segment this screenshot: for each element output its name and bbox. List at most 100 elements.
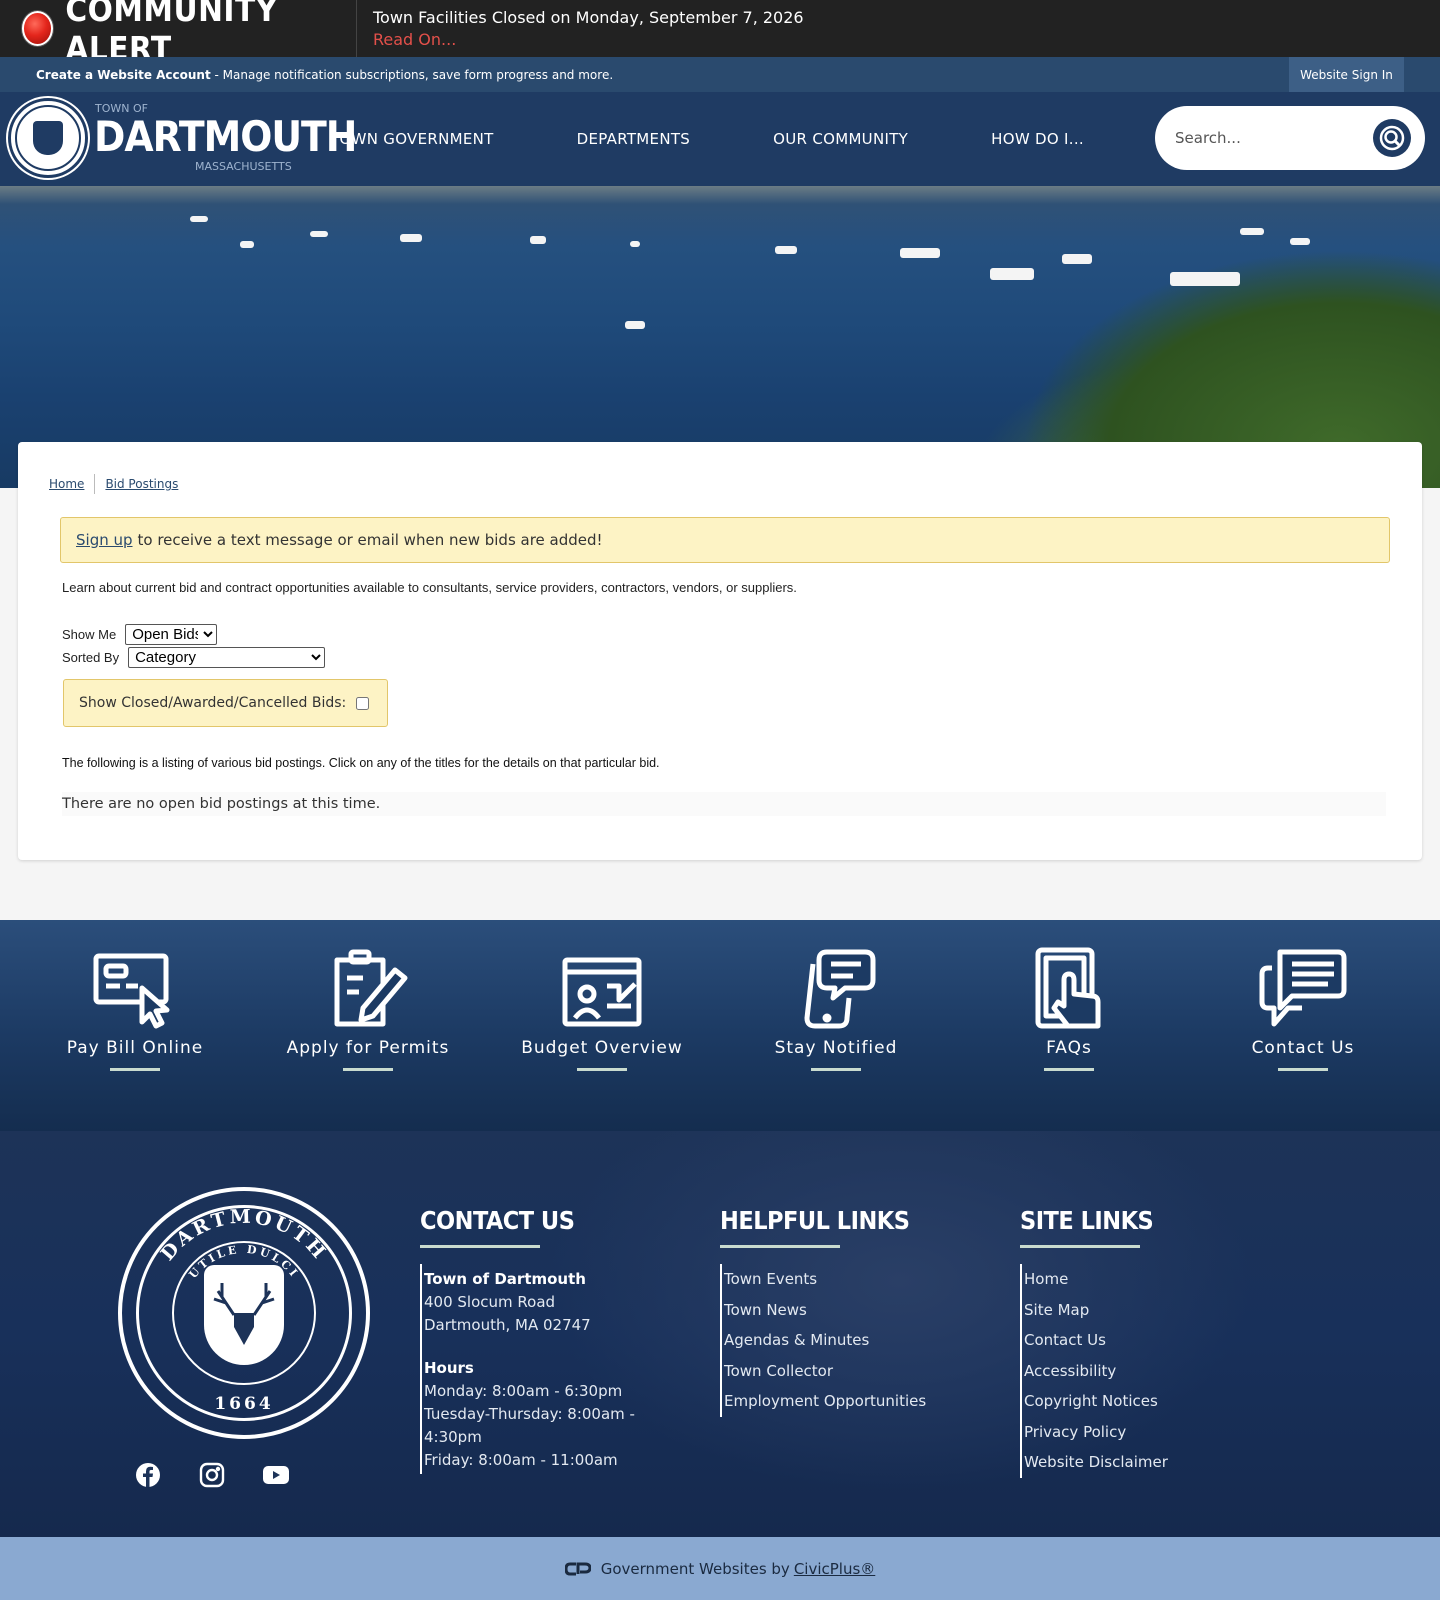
breadcrumb-bid-postings[interactable]: Bid Postings	[105, 477, 178, 491]
chat-bubble-icon	[1258, 946, 1348, 1030]
account-bar: Create a Website Account - Manage notifi…	[0, 57, 1440, 92]
search-icon	[1379, 125, 1405, 151]
breadcrumb-home[interactable]: Home	[49, 477, 84, 491]
boat	[630, 241, 640, 247]
phone-chat-icon	[791, 946, 881, 1030]
sorted-by-select[interactable]: Category	[128, 647, 326, 668]
quick-link-underline	[343, 1068, 393, 1071]
no-bids-message: There are no open bid postings at this t…	[62, 792, 1386, 816]
boat	[1062, 254, 1092, 264]
instagram-icon[interactable]	[198, 1461, 226, 1489]
logo-town-name[interactable]: DARTMOUTH	[94, 112, 357, 161]
create-account-desc: - Manage notification subscriptions, sav…	[210, 67, 614, 82]
footer-address-line1: 400 Slocum Road	[424, 1293, 556, 1311]
footer-hours-line1: Monday: 8:00am - 6:30pm	[424, 1382, 623, 1400]
svg-text:DARTMOUTH: DARTMOUTH	[157, 1206, 332, 1265]
show-closed-box: Show Closed/Awarded/Cancelled Bids:	[63, 679, 388, 727]
quick-link-underline	[811, 1068, 861, 1071]
town-seal-logo[interactable]	[8, 98, 88, 178]
civicplus-link[interactable]: CivicPlus®	[794, 1560, 875, 1578]
quick-link-permits[interactable]: Apply for Permits	[251, 920, 485, 1131]
civicplus-text: Government Websites by	[600, 1559, 790, 1578]
footer-link-copyright[interactable]: Copyright Notices	[1024, 1386, 1220, 1417]
alert-message[interactable]: Town Facilities Closed on Monday, Septem…	[373, 8, 804, 27]
boat	[1240, 228, 1264, 235]
boat	[775, 246, 797, 254]
footer-link-disclaimer[interactable]: Website Disclaimer	[1024, 1447, 1220, 1478]
signup-notice: Sign up to receive a text message or ema…	[60, 517, 1390, 563]
alert-message-block: Town Facilities Closed on Monday, Septem…	[357, 8, 804, 49]
footer-link-town-collector[interactable]: Town Collector	[724, 1356, 950, 1387]
show-me-select[interactable]: Open Bids	[125, 624, 218, 645]
seal-inner-ring	[15, 105, 81, 171]
quick-link-stay-notified[interactable]: Stay Notified	[719, 920, 953, 1131]
quick-link-underline	[110, 1068, 160, 1071]
quick-link-label: Stay Notified	[774, 1038, 898, 1058]
footer-helpful-column: HELPFUL LINKS Town Events Town News Agen…	[720, 1206, 950, 1417]
boat	[625, 321, 645, 329]
youtube-icon[interactable]	[262, 1461, 290, 1489]
bid-postings-card: Home Bid Postings Sign up to receive a t…	[18, 442, 1422, 860]
footer-link-privacy[interactable]: Privacy Policy	[1024, 1417, 1220, 1448]
site-header: TOWN OF DARTMOUTH MASSACHUSETTS TOWN GOV…	[0, 92, 1440, 186]
footer-contact-body: Town of Dartmouth 400 Slocum Road Dartmo…	[420, 1264, 690, 1474]
main-nav: TOWN GOVERNMENT DEPARTMENTS OUR COMMUNIT…	[330, 92, 1167, 186]
site-footer: DARTMOUTH UTILE DULCI 1664 CONTACT US To…	[0, 1131, 1440, 1537]
search-input[interactable]	[1175, 129, 1365, 147]
footer-link-agendas-minutes[interactable]: Agendas & Minutes	[724, 1325, 950, 1356]
quick-link-faqs[interactable]: FAQs	[952, 920, 1186, 1131]
sorted-by-label: Sorted By	[62, 650, 120, 665]
footer-address-line2: Dartmouth, MA 02747	[424, 1316, 591, 1334]
footer-hours-line3: Friday: 8:00am - 11:00am	[424, 1451, 618, 1469]
footer-heading-underline	[1020, 1245, 1140, 1248]
footer-link-employment[interactable]: Employment Opportunities	[724, 1386, 950, 1417]
seal-name: DARTMOUTH	[157, 1206, 329, 1265]
footer-contact-heading: CONTACT US	[420, 1206, 575, 1235]
clipboard-pencil-icon	[323, 946, 413, 1030]
quick-link-underline	[577, 1068, 627, 1071]
show-closed-label: Show Closed/Awarded/Cancelled Bids:	[79, 695, 347, 711]
footer-site-heading: SITE LINKS	[1020, 1206, 1154, 1235]
seal-year: 1664	[214, 1394, 273, 1414]
nav-town-government[interactable]: TOWN GOVERNMENT	[330, 130, 494, 148]
footer-link-town-news[interactable]: Town News	[724, 1295, 950, 1326]
boat	[990, 268, 1034, 280]
boat	[240, 241, 254, 248]
footer-link-site-map[interactable]: Site Map	[1024, 1295, 1220, 1326]
tablet-touch-icon	[1024, 946, 1114, 1030]
create-account-link[interactable]: Create a Website Account	[36, 68, 211, 82]
sign-in-button[interactable]: Website Sign In	[1289, 57, 1404, 92]
logo-state: MASSACHUSETTS	[195, 160, 292, 173]
boat	[310, 231, 328, 237]
credit-card-cursor-icon	[90, 946, 180, 1030]
civicplus-bar: Government Websites by CivicPlus®	[0, 1537, 1440, 1600]
footer-link-contact-us[interactable]: Contact Us	[1024, 1325, 1220, 1356]
signup-link[interactable]: Sign up	[76, 531, 133, 549]
alert-read-on-link[interactable]: Read On...	[373, 30, 804, 49]
search-button[interactable]	[1373, 119, 1411, 157]
quick-link-contact[interactable]: Contact Us	[1186, 920, 1420, 1131]
quick-link-label: Contact Us	[1251, 1038, 1355, 1058]
quick-link-pay-bill[interactable]: Pay Bill Online	[18, 920, 252, 1131]
nav-departments[interactable]: DEPARTMENTS	[577, 130, 691, 148]
footer-site-links: Home Site Map Contact Us Accessibility C…	[1020, 1264, 1220, 1478]
show-closed-checkbox[interactable]	[356, 696, 370, 710]
deer-shield-icon	[33, 121, 63, 155]
quick-link-underline	[1278, 1068, 1328, 1071]
civicplus-logo-icon	[564, 1562, 591, 1575]
breadcrumb: Home Bid Postings	[49, 474, 178, 494]
footer-link-town-events[interactable]: Town Events	[724, 1264, 950, 1295]
quick-link-budget[interactable]: Budget Overview	[485, 920, 719, 1131]
footer-town-seal[interactable]: DARTMOUTH UTILE DULCI 1664	[118, 1187, 370, 1439]
footer-helpful-heading: HELPFUL LINKS	[720, 1206, 910, 1235]
facebook-icon[interactable]	[134, 1461, 162, 1489]
nav-our-community[interactable]: OUR COMMUNITY	[773, 130, 908, 148]
nav-how-do-i[interactable]: HOW DO I...	[991, 130, 1084, 148]
boat	[530, 236, 546, 244]
footer-helpful-links: Town Events Town News Agendas & Minutes …	[720, 1264, 950, 1417]
quick-link-label: Apply for Permits	[286, 1038, 450, 1058]
footer-link-accessibility[interactable]: Accessibility	[1024, 1356, 1220, 1387]
budget-chart-icon	[557, 946, 647, 1030]
footer-link-home[interactable]: Home	[1024, 1264, 1220, 1295]
footer-heading-underline	[420, 1245, 540, 1248]
